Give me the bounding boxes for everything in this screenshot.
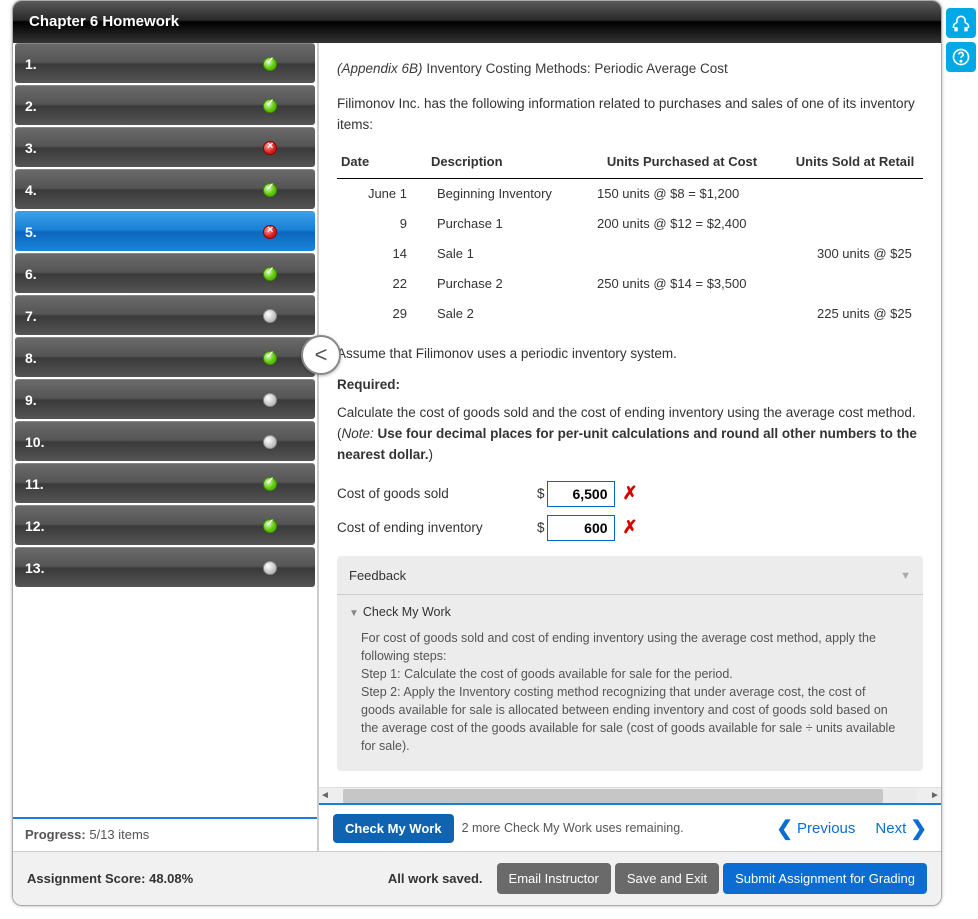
- sidebar-item-7[interactable]: 7.: [15, 295, 315, 335]
- sidebar-item-6[interactable]: 6.: [15, 253, 315, 293]
- question-title: (Appendix 6B) Inventory Costing Methods:…: [337, 59, 923, 80]
- inventory-table: Date Description Units Purchased at Cost…: [337, 146, 923, 330]
- status-correct-icon: [263, 519, 277, 533]
- sidebar-item-10[interactable]: 10.: [15, 421, 315, 461]
- submit-assignment-button[interactable]: Submit Assignment for Grading: [723, 863, 927, 894]
- question-sidebar: 1.2.3.4.5.6.7.8.9.10.11.12.13. Progress:…: [13, 43, 319, 851]
- status-correct-icon: [263, 99, 277, 113]
- table-row: 14Sale 1300 units @ $25: [337, 239, 923, 269]
- uses-remaining: 2 more Check My Work uses remaining.: [462, 821, 684, 835]
- feedback-body: For cost of goods sold and cost of endin…: [337, 629, 923, 772]
- email-instructor-button[interactable]: Email Instructor: [497, 863, 611, 894]
- sidebar-item-1[interactable]: 1.: [15, 43, 315, 83]
- save-status: All work saved.: [388, 871, 483, 886]
- status-blank-icon: [263, 561, 277, 575]
- assumption-text: Assume that Filimonov uses a periodic in…: [337, 344, 923, 365]
- support-icon[interactable]: [946, 8, 976, 38]
- cogs-label: Cost of goods sold: [337, 484, 537, 505]
- sidebar-item-12[interactable]: 12.: [15, 505, 315, 545]
- feedback-subtitle[interactable]: ▼Check My Work: [337, 595, 923, 628]
- previous-button[interactable]: ❮Previous: [776, 816, 855, 841]
- incorrect-icon: ✗: [623, 514, 638, 542]
- status-blank-icon: [263, 393, 277, 407]
- progress-indicator: Progress: 5/13 items: [13, 817, 317, 851]
- status-wrong-icon: [263, 225, 277, 239]
- sidebar-item-5[interactable]: 5.: [15, 211, 315, 251]
- status-correct-icon: [263, 477, 277, 491]
- sidebar-item-3[interactable]: 3.: [15, 127, 315, 167]
- status-correct-icon: [263, 57, 277, 71]
- status-correct-icon: [263, 267, 277, 281]
- incorrect-icon: ✗: [623, 480, 638, 508]
- next-button[interactable]: Next❯: [875, 816, 927, 841]
- status-wrong-icon: [263, 141, 277, 155]
- table-row: June 1Beginning Inventory150 units @ $8 …: [337, 178, 923, 209]
- required-label: Required:: [337, 375, 923, 396]
- status-correct-icon: [263, 183, 277, 197]
- help-icon[interactable]: [946, 42, 976, 72]
- save-and-exit-button[interactable]: Save and Exit: [615, 863, 719, 894]
- collapse-feedback-icon[interactable]: ▼: [900, 568, 911, 585]
- ending-inv-label: Cost of ending inventory: [337, 518, 537, 539]
- collapse-sidebar-button[interactable]: <: [301, 335, 341, 375]
- sidebar-item-4[interactable]: 4.: [15, 169, 315, 209]
- table-row: 9Purchase 1200 units @ $12 = $2,400: [337, 209, 923, 239]
- sidebar-item-9[interactable]: 9.: [15, 379, 315, 419]
- status-blank-icon: [263, 309, 277, 323]
- window-title: Chapter 6 Homework: [13, 1, 941, 43]
- sidebar-item-8[interactable]: 8.: [15, 337, 315, 377]
- cogs-input[interactable]: [547, 481, 615, 507]
- check-my-work-button[interactable]: Check My Work: [333, 814, 454, 843]
- sidebar-item-11[interactable]: 11.: [15, 463, 315, 503]
- question-intro: Filimonov Inc. has the following informa…: [337, 94, 923, 136]
- ending-inv-input[interactable]: [547, 515, 615, 541]
- assignment-score: Assignment Score: 48.08%: [27, 871, 193, 886]
- feedback-panel: Feedback ▼ ▼Check My Work For cost of go…: [337, 556, 923, 771]
- required-text: Calculate the cost of goods sold and the…: [337, 403, 923, 466]
- table-row: 22Purchase 2250 units @ $14 = $3,500: [337, 269, 923, 299]
- status-blank-icon: [263, 435, 277, 449]
- sidebar-item-2[interactable]: 2.: [15, 85, 315, 125]
- feedback-title: Feedback: [349, 566, 406, 586]
- horizontal-scrollbar[interactable]: ◄►: [319, 787, 941, 803]
- status-correct-icon: [263, 351, 277, 365]
- sidebar-item-13[interactable]: 13.: [15, 547, 315, 587]
- table-row: 29Sale 2225 units @ $25: [337, 299, 923, 329]
